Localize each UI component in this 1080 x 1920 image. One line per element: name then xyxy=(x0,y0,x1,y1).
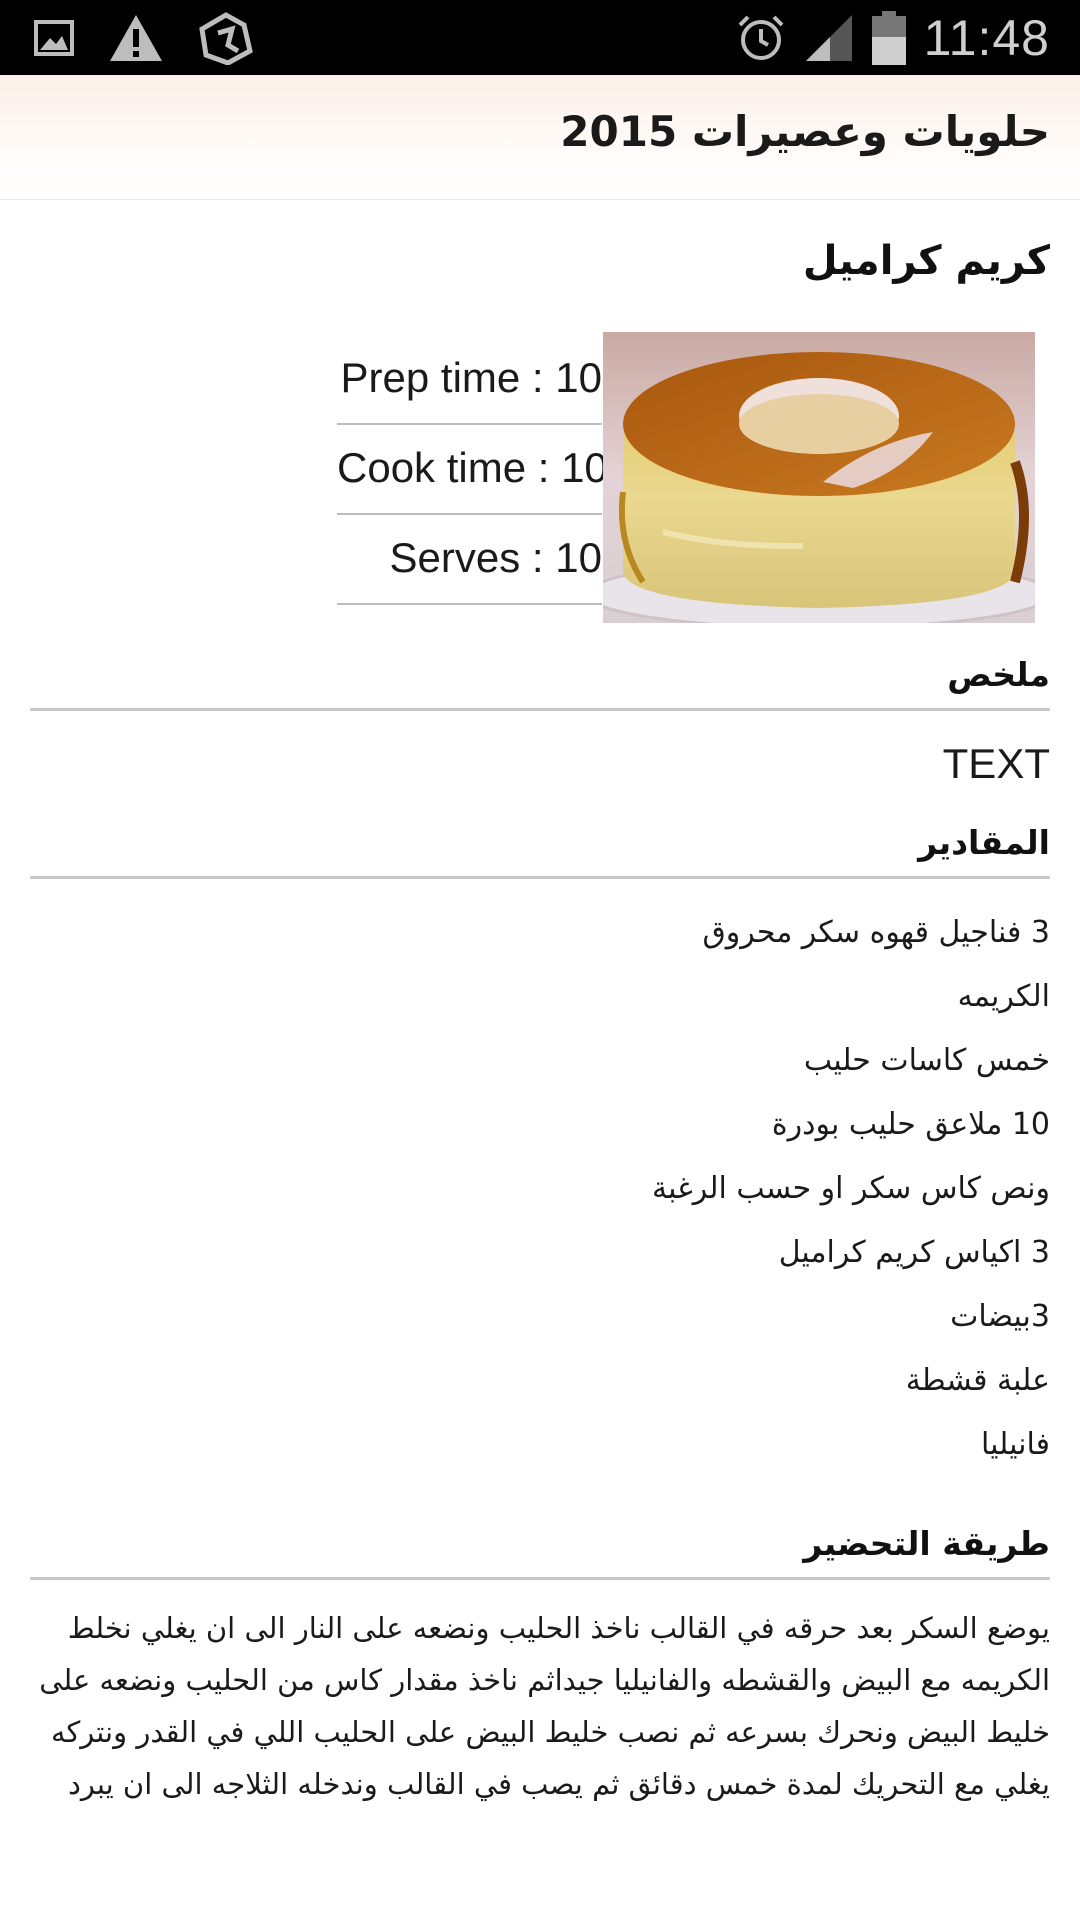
cook-time: Cook time : 10 xyxy=(337,425,608,515)
notification-icons xyxy=(34,10,254,65)
app-title: حلويات وعصيرات 2015 xyxy=(560,107,1050,156)
summary-text: TEXT xyxy=(942,740,1050,787)
alarm-icon xyxy=(738,15,783,60)
warning-icon xyxy=(110,14,162,61)
list-item: خمس كاسات حليب xyxy=(803,1043,1050,1078)
method-heading: طريقة التحضير xyxy=(30,1524,1050,1580)
list-item: 3 فناجيل قهوه سكر محروق xyxy=(702,915,1050,950)
battery-icon xyxy=(871,11,906,65)
recipe-title: كريم كراميل xyxy=(802,238,1050,284)
prep-time: Prep time : 10 xyxy=(337,335,602,425)
list-item: ونص كاس سكر او حسب الرغبة xyxy=(651,1171,1050,1206)
bug-icon xyxy=(199,11,253,65)
system-icons: 11:48 xyxy=(736,8,1050,68)
list-item: 3 اكياس كريم كراميل xyxy=(778,1235,1050,1270)
status-bar: 11:48 xyxy=(0,0,1080,75)
recipe-info: Prep time : 10 Cook time : 10 Serves : 1… xyxy=(337,335,608,605)
serves: Serves : 10 xyxy=(337,515,602,605)
list-item: علبة قشطة xyxy=(905,1363,1050,1398)
clock: 11:48 xyxy=(923,10,1050,66)
signal-icon xyxy=(805,15,852,61)
list-item: الكريمه xyxy=(957,979,1050,1014)
list-item: فانيليا xyxy=(980,1427,1050,1462)
summary-heading: ملخص xyxy=(30,655,1050,711)
list-item: 10 ملاعق حليب بودرة xyxy=(771,1107,1050,1142)
ingredients-heading: المقادير xyxy=(30,823,1050,879)
image-icon xyxy=(34,19,74,56)
app-header: حلويات وعصيرات 2015 xyxy=(0,75,1080,200)
list-item: 3بيضات xyxy=(950,1299,1050,1334)
ingredients-list: 3 فناجيل قهوه سكر محروق الكريمه خمس كاسا… xyxy=(50,906,1050,1482)
method-text: يوضع السكر بعد حرقه في القالب ناخذ الحلي… xyxy=(39,1611,1050,1801)
recipe-image xyxy=(603,332,1035,623)
